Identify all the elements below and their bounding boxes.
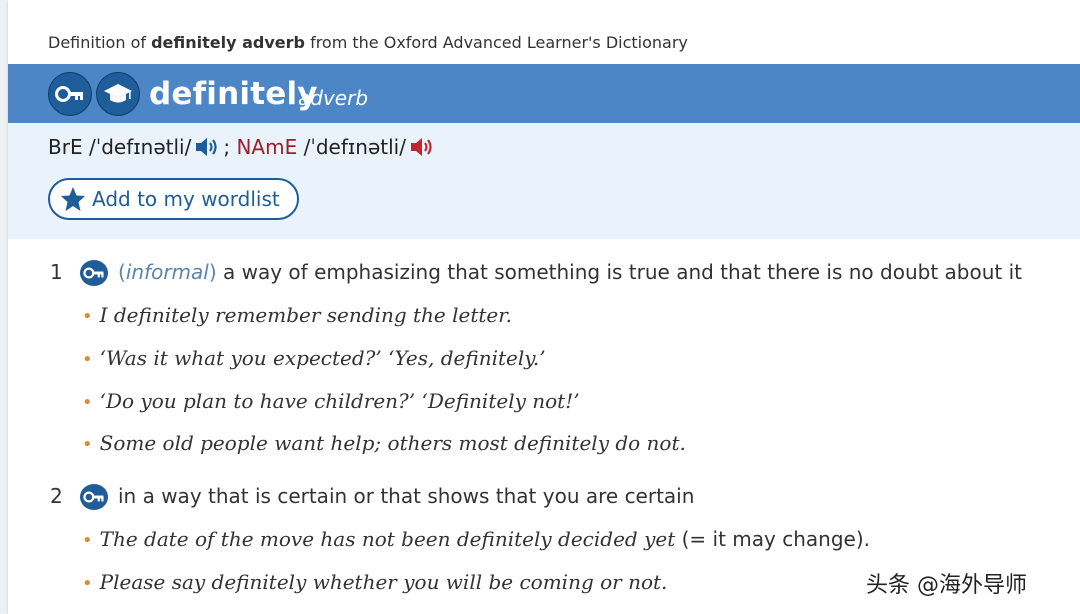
- example-sentence: • The date of the move has not been defin…: [82, 527, 870, 551]
- star-icon: [61, 187, 85, 211]
- source-prefix: Definition of: [48, 33, 152, 52]
- headword-bar: definitely adverb: [8, 64, 1080, 123]
- name-label: NAmE: [236, 135, 298, 159]
- source-line: Definition of definitely adverb from the…: [48, 33, 688, 52]
- sense-number: 2: [50, 484, 63, 508]
- definition-text: a way of emphasizing that something is t…: [216, 260, 1022, 284]
- bre-label: BrE: [48, 135, 83, 159]
- sense-definition: in a way that is certain or that shows t…: [118, 484, 695, 508]
- bre-ipa: /ˈdefɪnətli/: [88, 135, 192, 159]
- academic-cap-icon[interactable]: [96, 72, 140, 116]
- example-sentence: • I definitely remember sending the lette…: [82, 303, 512, 327]
- pron-separator: ;: [223, 135, 231, 159]
- pronunciation-panel: BrE /ˈdefɪnətli/ ; NAmE /ˈdefɪnətli/ Add…: [8, 123, 1080, 239]
- source-suffix: from the Oxford Advanced Learner's Dicti…: [304, 33, 688, 52]
- watermark: 头条 @海外导师: [866, 573, 1027, 598]
- source-headword: definitely adverb: [151, 33, 305, 52]
- oxford-3000-key-icon[interactable]: [80, 260, 108, 286]
- headword-title: definitely: [149, 76, 318, 112]
- example-sentence: • ‘Do you plan to have children?’ ‘Defini…: [82, 389, 580, 413]
- example-gloss: (= it may change).: [675, 527, 870, 551]
- oxford-3000-key-icon[interactable]: [48, 72, 92, 116]
- sense-number: 1: [50, 260, 63, 284]
- part-of-speech: adverb: [298, 86, 369, 110]
- sense-definition: (informal) a way of emphasizing that som…: [118, 260, 1022, 284]
- example-sentence: • ‘Was it what you expected?’ ‘Yes, defin…: [82, 346, 546, 370]
- example-sentence: • Please say definitely whether you will …: [82, 570, 668, 594]
- wordlist-label: Add to my wordlist: [92, 187, 280, 211]
- dictionary-entry-card: Definition of definitely adverb from the…: [8, 0, 1080, 614]
- example-sentence: • Some old people want help; others most …: [82, 431, 686, 455]
- name-ipa: /ˈdefɪnətli/: [303, 135, 406, 159]
- bre-audio-speaker-icon[interactable]: [193, 135, 221, 159]
- name-audio-speaker-icon[interactable]: [408, 135, 436, 159]
- oxford-3000-key-icon[interactable]: [80, 484, 108, 510]
- register-label: informal: [125, 260, 209, 284]
- pronunciation-line: BrE /ˈdefɪnətli/ ; NAmE /ˈdefɪnətli/: [48, 135, 438, 159]
- add-to-wordlist-button[interactable]: Add to my wordlist: [48, 178, 299, 220]
